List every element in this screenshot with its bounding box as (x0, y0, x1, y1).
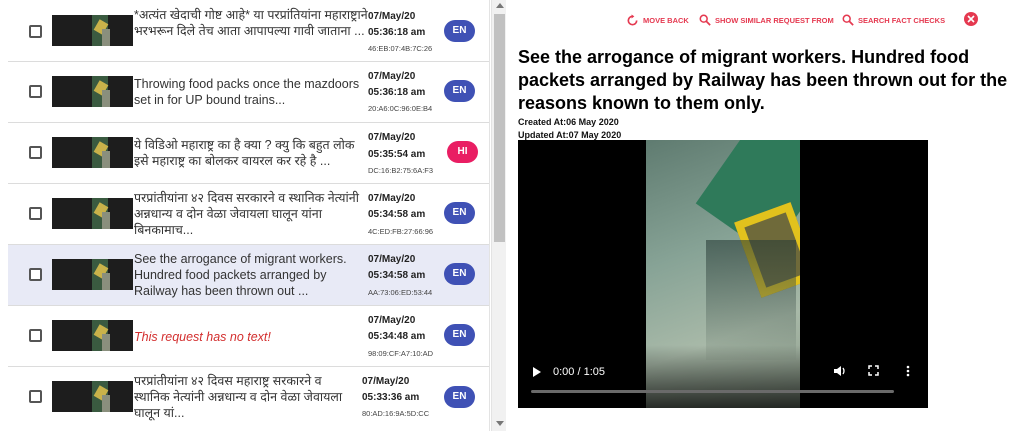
list-item[interactable]: परप्रांतीयांना ४२ दिवस महाराष्ट्र सरकारन… (8, 367, 489, 431)
thumbnail (52, 198, 133, 229)
language-badge: EN (444, 263, 475, 285)
language-badge: EN (444, 324, 475, 346)
select-checkbox[interactable] (29, 329, 42, 342)
select-checkbox[interactable] (29, 85, 42, 98)
thumbnail (52, 259, 133, 290)
request-detail: MOVE BACK SHOW SIMILAR REQUEST FROM SEAR… (506, 0, 1024, 431)
list-item[interactable]: परप्रांतीयांना ४२ दिवस सरकारने व स्थानिक… (8, 184, 489, 245)
volume-icon[interactable] (833, 365, 846, 379)
request-list: *अत्यंत खेदाची गोष्ट आहे* या परप्रांतिया… (0, 0, 490, 431)
list-item[interactable]: This request has no text! 07/May/20 05:3… (8, 306, 489, 367)
language-badge: HI (447, 141, 478, 163)
device-id: 20:A6:0C:96:0E:B4 (368, 104, 433, 113)
fullscreen-icon[interactable] (868, 365, 879, 378)
language-badge: EN (444, 20, 475, 42)
more-options-icon[interactable] (906, 365, 910, 379)
thumbnail (52, 320, 133, 351)
scroll-down-icon[interactable] (496, 421, 504, 426)
show-similar-label: SHOW SIMILAR REQUEST FROM (715, 15, 834, 25)
thumbnail (52, 381, 133, 412)
request-time: 05:36:18 am (368, 27, 426, 38)
thumbnail (52, 76, 133, 107)
device-id: 98:09:CF:A7:10:AD (368, 349, 434, 358)
search-icon (699, 14, 711, 26)
search-fact-checks-label: SEARCH FACT CHECKS (858, 15, 946, 25)
scrollbar-thumb[interactable] (494, 14, 505, 242)
created-at: Created At:06 May 2020 (518, 117, 619, 127)
app: *अत्यंत खेदाची गोष्ट आहे* या परप्रांतिया… (0, 0, 1024, 431)
list-item[interactable]: *अत्यंत खेदाची गोष्ट आहे* या परप्रांतिया… (8, 0, 489, 62)
request-title: See the arrogance of migrant workers. Hu… (518, 47, 1008, 113)
video-player[interactable]: 0:00 / 1:05 (518, 140, 928, 408)
request-text: परप्रांतीयांना ४२ दिवस सरकारने व स्थानिक… (134, 191, 359, 237)
select-checkbox[interactable] (29, 207, 42, 220)
close-button[interactable] (964, 12, 978, 26)
request-text: Throwing food packs once the mazdoors se… (134, 77, 360, 107)
device-id: 4C:ED:FB:27:66:96 (368, 227, 434, 236)
updated-at: Updated At:07 May 2020 (518, 130, 622, 140)
list-scrollbar[interactable] (491, 0, 506, 431)
list-item[interactable]: Throwing food packs once the mazdoors se… (8, 62, 489, 123)
language-badge: EN (444, 386, 475, 408)
request-time: 05:33:36 am (362, 392, 420, 403)
request-time: 05:36:18 am (368, 87, 426, 98)
request-date: 07/May/20 (368, 315, 416, 326)
refresh-icon (627, 13, 638, 25)
device-id: DC:16:B2:75:6A:F3 (368, 166, 434, 175)
list-item[interactable]: See the arrogance of migrant workers. Hu… (8, 245, 489, 306)
video-time: 0:00 / 1:05 (553, 366, 605, 378)
move-back-label: MOVE BACK (643, 15, 689, 25)
close-icon (967, 15, 975, 23)
request-text: ये विडिओ महाराष्ट्र का है क्या ? क्यु कि… (134, 138, 355, 168)
request-text: *अत्यंत खेदाची गोष्ट आहे* या परप्रांतिया… (134, 8, 368, 38)
request-time: 05:34:58 am (368, 270, 426, 281)
language-badge: EN (444, 202, 475, 224)
request-time: 05:34:58 am (368, 209, 426, 220)
request-date: 07/May/20 (368, 71, 416, 82)
device-id: 46:EB:07:4B:7C:26 (368, 44, 433, 53)
request-date: 07/May/20 (368, 132, 416, 143)
video-progress-bar[interactable] (531, 390, 894, 393)
request-text: See the arrogance of migrant workers. Hu… (134, 252, 347, 298)
move-back-button[interactable]: MOVE BACK (626, 12, 689, 28)
language-badge: EN (444, 80, 475, 102)
device-id: AA:73:06:ED:53:44 (368, 288, 433, 297)
request-date: 07/May/20 (362, 376, 410, 387)
request-date: 07/May/20 (368, 11, 416, 22)
no-text-message: This request has no text! (134, 330, 271, 344)
show-similar-button[interactable]: SHOW SIMILAR REQUEST FROM (699, 12, 834, 28)
scroll-up-icon[interactable] (496, 3, 504, 8)
request-date: 07/May/20 (368, 193, 416, 204)
request-time: 05:35:54 am (368, 149, 426, 160)
thumbnail (52, 15, 133, 46)
play-icon[interactable] (533, 367, 541, 377)
list-item[interactable]: ये विडिओ महाराष्ट्र का है क्या ? क्यु कि… (8, 123, 489, 184)
select-checkbox[interactable] (29, 390, 42, 403)
request-time: 05:34:48 am (368, 331, 426, 342)
request-date: 07/May/20 (368, 254, 416, 265)
search-icon (842, 14, 854, 26)
request-text: परप्रांतीयांना ४२ दिवस महाराष्ट्र सरकारन… (134, 374, 343, 420)
device-id: 80:AD:16:9A:5D:CC (362, 409, 430, 418)
select-checkbox[interactable] (29, 268, 42, 281)
search-fact-checks-button[interactable]: SEARCH FACT CHECKS (842, 12, 945, 28)
select-checkbox[interactable] (29, 25, 42, 38)
thumbnail (52, 137, 133, 168)
select-checkbox[interactable] (29, 146, 42, 159)
